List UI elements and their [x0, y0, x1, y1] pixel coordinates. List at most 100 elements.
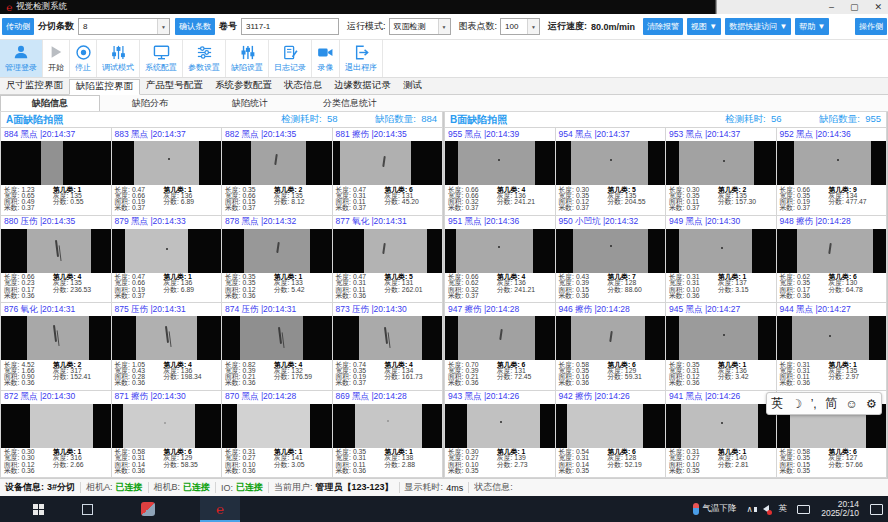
defect-card[interactable]: 872 黑点 |20:14:30 长度: 0.30 宽度: 0.30 面积: 0… [1, 391, 112, 479]
ime-item-0[interactable]: 英 [771, 395, 783, 412]
action-params-button[interactable]: 参数设置 [183, 40, 226, 77]
notification-icon[interactable] [865, 496, 888, 522]
defect-card[interactable]: 954 黑点 |20:14:37 长度: 0.30 宽度: 0.35 面积: 0… [556, 128, 667, 216]
chart-points-select[interactable]: 100▼ [500, 18, 540, 35]
action-user-button[interactable]: 管理登录 [0, 40, 43, 77]
defect-image[interactable] [333, 141, 443, 185]
defect-card[interactable]: 947 擦伤 |20:14:28 长度: 0.70 宽度: 0.39 面积: 0… [445, 303, 556, 391]
ime-item-1[interactable]: ☽ [792, 397, 803, 411]
taskbar-active-app-icon[interactable]: ℮ [200, 496, 240, 522]
defect-card[interactable]: 952 黑点 |20:14:36 长度: 0.66 宽度: 0.35 面积: 0… [777, 128, 888, 216]
defect-image[interactable] [112, 229, 222, 273]
defect-image[interactable] [112, 141, 222, 185]
defect-card[interactable]: 876 氧化 |20:14:31 长度: 4.52 宽度: 1.66 面积: 0… [1, 303, 112, 391]
defect-card[interactable]: 869 黑点 |20:14:28 长度: 0.35 宽度: 0.31 面积: 0… [333, 391, 444, 479]
defect-image[interactable] [445, 229, 555, 273]
subtab-1[interactable]: 缺陷分布 [100, 95, 200, 111]
action-defect-button[interactable]: 缺陷设置 [226, 40, 269, 77]
operate-side-button[interactable]: 操作侧 [855, 18, 887, 35]
defect-card[interactable]: 879 黑点 |20:14:33 长度: 0.47 宽度: 0.66 面积: 0… [112, 216, 223, 304]
defect-image[interactable] [112, 316, 222, 360]
taskbar-clock[interactable]: 20:14 2025/2/10 [815, 500, 865, 518]
defect-image[interactable] [666, 141, 776, 185]
defect-image[interactable] [222, 229, 332, 273]
defect-image[interactable] [1, 141, 111, 185]
task-view-button[interactable] [67, 496, 107, 522]
defect-image[interactable] [1, 316, 111, 360]
start-button[interactable] [18, 496, 58, 522]
action-monitor-button[interactable]: 系统配置 [140, 40, 183, 77]
defect-image[interactable] [556, 404, 666, 448]
defect-card[interactable]: 870 黑点 |20:14:28 长度: 0.31 宽度: 0.27 面积: 0… [222, 391, 333, 479]
defect-card[interactable]: 950 小凹坑 |20:14:32 长度: 0.43 宽度: 0.39 面积: … [556, 216, 667, 304]
run-mode-select[interactable]: 双面检测▼ [389, 18, 451, 35]
defect-card[interactable]: 877 氧化 |20:14:31 长度: 0.47 宽度: 0.31 面积: 0… [333, 216, 444, 304]
defect-image[interactable] [333, 316, 443, 360]
strip-count-select[interactable]: 8▼ [78, 18, 170, 35]
defect-card[interactable]: 942 擦伤 |20:14:26 长度: 0.54 宽度: 0.31 面积: 0… [556, 391, 667, 479]
defect-card[interactable]: 881 擦伤 |20:14:35 长度: 0.47 宽度: 0.31 面积: 0… [333, 128, 444, 216]
tab-2[interactable]: 产品型号配置 [140, 78, 209, 94]
defect-card[interactable]: 878 黑点 |20:14:32 长度: 0.35 宽度: 0.35 面积: 0… [222, 216, 333, 304]
defect-image[interactable] [445, 404, 555, 448]
defect-card[interactable]: 884 黑点 |20:14:37 长度: 1.23 宽度: 0.65 面积: 0… [1, 128, 112, 216]
defect-card[interactable]: 944 黑点 |20:14:27 长度: 0.31 宽度: 0.31 面积: 0… [777, 303, 888, 391]
defect-image[interactable] [666, 316, 776, 360]
defect-image[interactable] [556, 316, 666, 360]
defect-image[interactable] [556, 141, 666, 185]
defect-image[interactable] [1, 229, 111, 273]
defect-image[interactable] [222, 404, 332, 448]
defect-image[interactable] [777, 229, 887, 273]
defect-card[interactable]: 943 黑点 |20:14:26 长度: 0.30 宽度: 0.27 面积: 0… [445, 391, 556, 479]
weather-tray-item[interactable]: 气温下降 [688, 496, 741, 522]
defect-image[interactable] [112, 404, 222, 448]
defect-image[interactable] [333, 229, 443, 273]
subtab-2[interactable]: 缺陷统计 [200, 95, 300, 111]
tab-3[interactable]: 系统参数配置 [209, 78, 278, 94]
roll-input[interactable]: 3117-1 [241, 18, 339, 35]
defect-card[interactable]: 873 压伤 |20:14:30 长度: 0.74 宽度: 0.35 面积: 0… [333, 303, 444, 391]
defect-card[interactable]: 871 擦伤 |20:14:30 长度: 0.58 宽度: 0.31 面积: 0… [112, 391, 223, 479]
defect-card[interactable]: 941 黑点 |20:14:26 长度: 0.31 宽度: 0.27 面积: 0… [666, 391, 777, 479]
defect-image[interactable] [445, 316, 555, 360]
action-debug-button[interactable]: 调试模式 [97, 40, 140, 77]
defect-image[interactable] [1, 404, 111, 448]
subtab-0[interactable]: 缺陷信息 [0, 95, 100, 111]
action-log-button[interactable]: 日志记录 [269, 40, 312, 77]
help-menu-button[interactable]: 帮助 ▼ [795, 18, 829, 35]
defect-card[interactable]: 883 黑点 |20:14:37 长度: 0.47 宽度: 0.66 面积: 0… [112, 128, 223, 216]
ime-item-2[interactable]: ’, [811, 397, 817, 411]
action-exit-button[interactable]: 退出程序 [340, 40, 383, 77]
subtab-3[interactable]: 分类信息统计 [300, 95, 400, 111]
clear-alarm-button[interactable]: 清除报警 [643, 18, 683, 35]
defect-image[interactable] [222, 141, 332, 185]
ime-item-4[interactable]: ☺ [845, 397, 857, 411]
action-stop-button[interactable]: 停止 [70, 40, 97, 77]
defect-card[interactable]: 953 黑点 |20:14:37 长度: 0.30 宽度: 0.35 面积: 0… [666, 128, 777, 216]
defect-card[interactable]: 949 黑点 |20:14:30 长度: 0.31 宽度: 0.31 面积: 0… [666, 216, 777, 304]
tab-5[interactable]: 边缘数据记录 [328, 78, 397, 94]
confirm-count-button[interactable]: 确认条数 [175, 18, 215, 35]
view-menu-button[interactable]: 视图 ▼ [687, 18, 721, 35]
drive-side-button[interactable]: 传动侧 [2, 18, 34, 35]
defect-image[interactable] [445, 141, 555, 185]
defect-card[interactable]: 945 黑点 |20:14:27 长度: 0.35 宽度: 0.31 面积: 0… [666, 303, 777, 391]
defect-image[interactable] [333, 404, 443, 448]
action-play-button[interactable]: 开始 [43, 40, 70, 77]
keyboard-icon[interactable] [792, 496, 815, 522]
defect-image[interactable] [666, 229, 776, 273]
data-quick-access-button[interactable]: 数据快捷访问 ▼ [725, 18, 791, 35]
language-indicator[interactable]: 英 [774, 496, 793, 522]
tab-6[interactable]: 测试 [397, 78, 428, 94]
minimize-button[interactable]: – [829, 2, 834, 12]
defect-card[interactable]: 951 黑点 |20:14:36 长度: 0.66 宽度: 0.62 面积: 0… [445, 216, 556, 304]
tab-4[interactable]: 状态信息 [278, 78, 328, 94]
volume-icon[interactable] [758, 496, 774, 522]
tab-0[interactable]: 尺寸监控界面 [0, 78, 69, 94]
defect-card[interactable]: 946 擦伤 |20:14:28 长度: 0.58 宽度: 0.35 面积: 0… [556, 303, 667, 391]
action-camera-button[interactable]: 录像 [312, 40, 340, 77]
defect-card[interactable]: 882 黑点 |20:14:35 长度: 0.35 宽度: 0.66 面积: 0… [222, 128, 333, 216]
taskbar-app-icon[interactable] [128, 496, 168, 522]
ime-toolbar[interactable]: 英☽’,简☺⚙ [766, 392, 882, 415]
tab-1[interactable]: 缺陷监控界面 [69, 79, 140, 95]
